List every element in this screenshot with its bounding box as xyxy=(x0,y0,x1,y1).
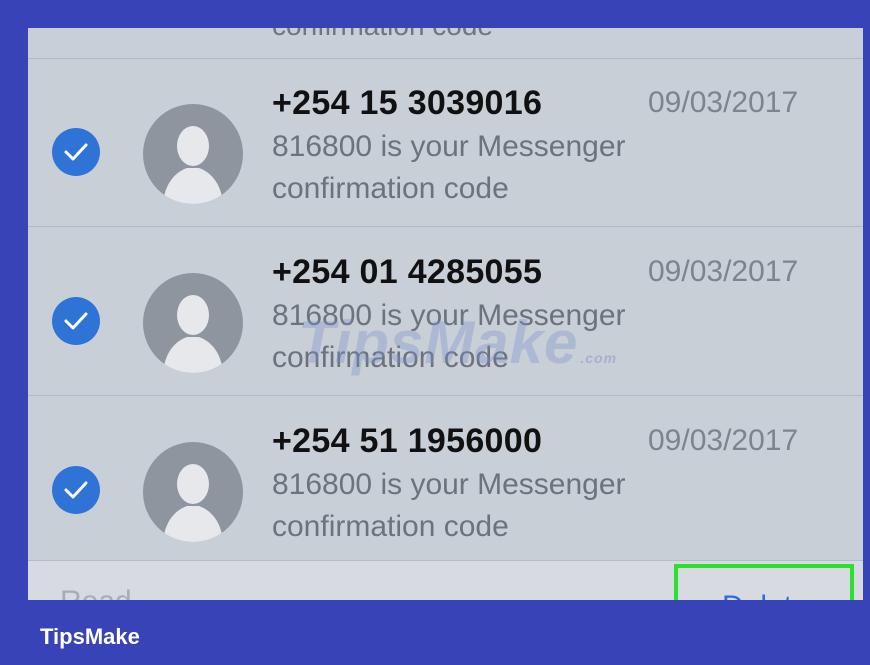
selected-check-icon[interactable] xyxy=(52,466,100,514)
message-preview: 816800 is your Messenger confirmation co… xyxy=(272,299,626,374)
contact-avatar-icon xyxy=(143,104,243,204)
message-date: 09/03/2017 xyxy=(648,255,799,288)
sender-number: +254 01 4285055 xyxy=(272,253,543,291)
bottom-toolbar: Read Delete xyxy=(28,560,863,600)
sender-number: +254 51 1956000 xyxy=(272,422,543,460)
sender-number: +254 15 3039016 xyxy=(272,84,543,122)
contact-avatar-icon xyxy=(143,273,243,373)
delete-button[interactable]: Delete xyxy=(674,564,854,600)
message-date: 09/03/2017 xyxy=(648,86,799,119)
message-preview: 816800 is your Messenger confirmation co… xyxy=(272,468,626,543)
contact-avatar-icon xyxy=(143,442,243,542)
selected-check-icon[interactable] xyxy=(52,297,100,345)
message-row[interactable]: +254 01 4285055 09/03/2017 816800 is you… xyxy=(28,227,863,396)
message-preview: 816800 is your Messenger confirmation co… xyxy=(272,130,626,205)
message-row-fragment[interactable]: confirmation code xyxy=(28,28,863,59)
messages-screen: confirmation code +254 15 3039016 09/03/… xyxy=(28,28,863,600)
message-row[interactable]: +254 15 3039016 09/03/2017 816800 is you… xyxy=(28,58,863,227)
message-row[interactable]: +254 51 1956000 09/03/2017 816800 is you… xyxy=(28,396,863,564)
message-date: 09/03/2017 xyxy=(648,424,799,457)
selected-check-icon[interactable] xyxy=(52,128,100,176)
brand-label: TipsMake xyxy=(40,624,140,649)
message-body-fragment: confirmation code xyxy=(272,28,493,42)
footer-bar: TipsMake xyxy=(0,600,870,665)
read-button[interactable]: Read xyxy=(60,585,132,600)
